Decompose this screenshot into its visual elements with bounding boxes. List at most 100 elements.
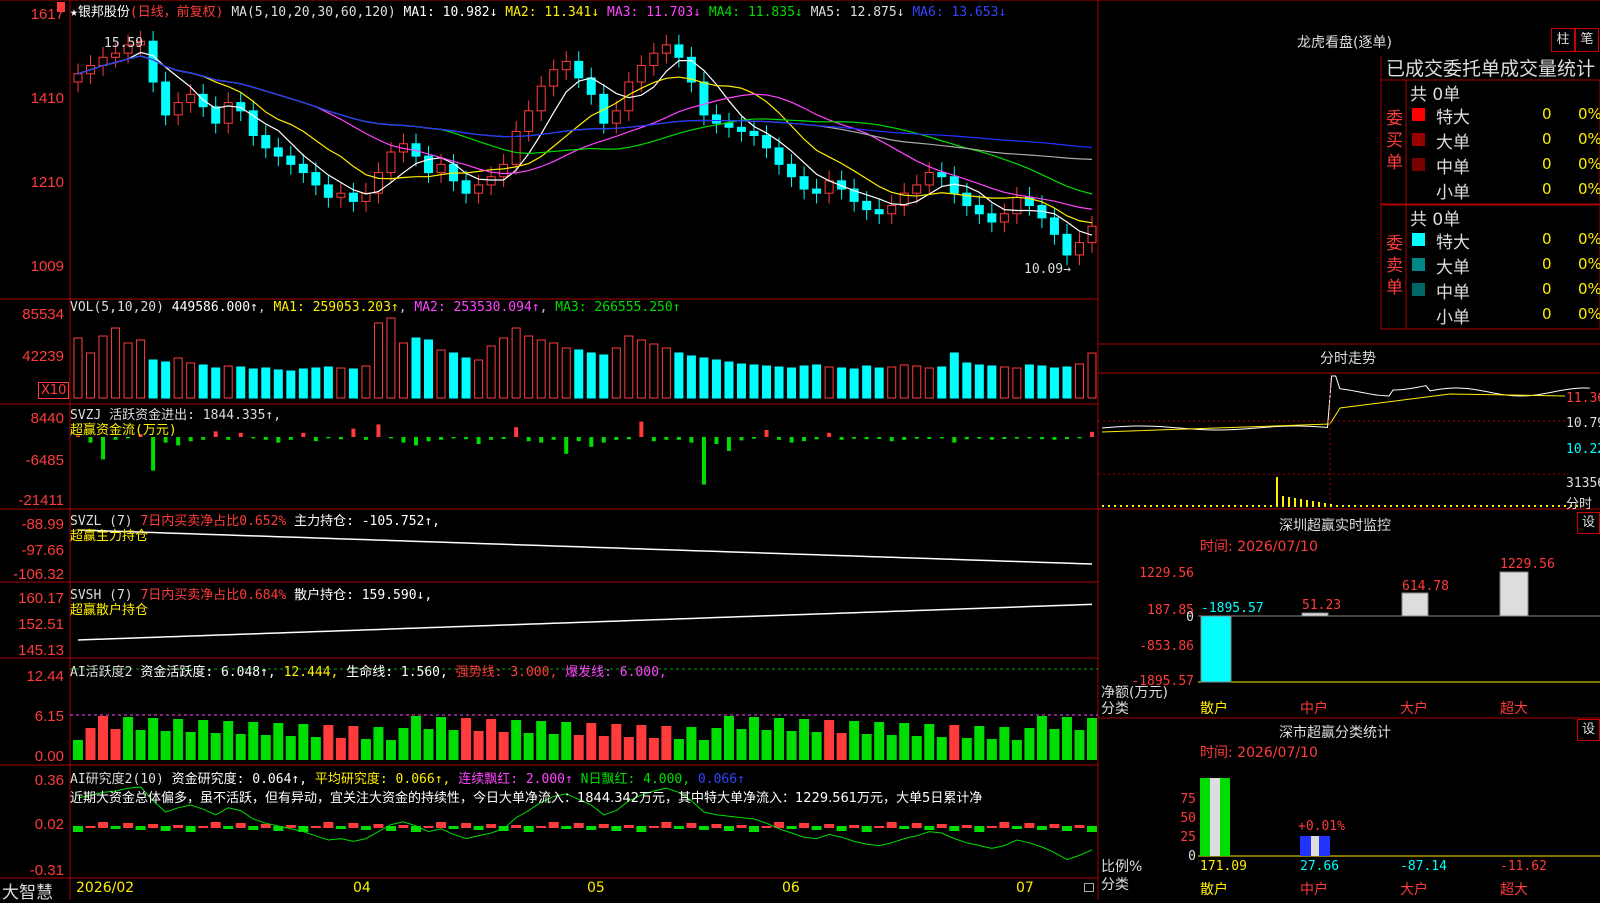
volume-bar [111, 327, 121, 399]
app-logo[interactable]: 大智慧 [2, 878, 53, 903]
flow-bar [952, 437, 957, 443]
volume-bar [899, 364, 909, 399]
legend-swatch [1412, 108, 1425, 121]
intraday-volume [1108, 505, 1110, 507]
sz-value: 51.23 [1302, 598, 1342, 613]
research-bar [886, 822, 897, 828]
flow-bar [852, 437, 857, 439]
flow-bar [864, 437, 869, 440]
candle [536, 85, 546, 112]
volume-bar [1062, 366, 1072, 399]
volume-bar [173, 357, 183, 399]
order-pct: 0% [1578, 105, 1600, 123]
intraday-volume [1450, 505, 1452, 507]
volume-bar [874, 367, 884, 399]
activity-bar [849, 721, 860, 760]
class-bar [1210, 778, 1220, 856]
tick-mode-button[interactable]: 笔 [1575, 28, 1599, 52]
flow-bar [889, 437, 894, 442]
flow-bar [714, 437, 719, 445]
volume-bar [937, 366, 947, 399]
intraday-volume [1114, 505, 1116, 507]
activity-bar [799, 719, 810, 760]
research-bar [223, 826, 234, 829]
candle [824, 180, 834, 194]
candle [937, 172, 947, 178]
sz-settings-button[interactable]: 设 [1577, 512, 1600, 534]
intraday-volume [1396, 505, 1398, 507]
order-row-label: 特大 [1436, 233, 1470, 253]
intraday-volume [1360, 505, 1362, 507]
ma3-val: 11.703↓ [646, 5, 701, 20]
chart-grid [0, 0, 1600, 900]
stock-name[interactable]: ★银邦股份 [70, 5, 130, 20]
cat-medium-2: 中户 [1300, 882, 1328, 898]
research-bar [436, 822, 447, 828]
candle [749, 130, 759, 137]
volume-bar [699, 357, 709, 399]
activity-bar [611, 724, 622, 760]
lock-icon[interactable] [1084, 883, 1094, 892]
svzl-y-label: -106.32 [13, 566, 64, 583]
activity-bar [210, 733, 221, 760]
volume-bar [774, 366, 784, 399]
bar-mode-button[interactable]: 柱 [1551, 28, 1575, 52]
intraday-volume [1228, 505, 1230, 507]
research-bar [749, 826, 759, 832]
class-bar [1311, 836, 1319, 856]
class-time: 时间: 2026/07/10 [1200, 745, 1318, 761]
flow-bar [576, 437, 581, 442]
category-label: 分类 [1101, 701, 1129, 717]
candle [386, 151, 396, 174]
flow-bar [1064, 437, 1069, 439]
ai1-y-label: 12.44 [26, 668, 64, 685]
candle [887, 205, 897, 215]
order-pct: 0% [1578, 255, 1600, 273]
volume-bar [912, 365, 922, 399]
activity-bar [110, 729, 121, 760]
candle [574, 60, 584, 79]
class-value: -87.14 [1400, 859, 1447, 874]
volume-bar [649, 343, 659, 399]
ma-header: ★银邦股份(日线，前复权) MA(5,10,20,30,60,120) MA1:… [70, 1, 1006, 20]
research-bar [761, 826, 772, 828]
ma6-key: MA6: [912, 5, 944, 20]
flow-bar [539, 437, 544, 443]
activity-bar [1049, 729, 1060, 760]
volume-bar [298, 368, 308, 399]
class-value: -11.62 [1500, 859, 1547, 874]
flow-bar [639, 421, 644, 437]
volume-bar [736, 363, 746, 399]
candle [161, 81, 171, 116]
activity-bar [398, 728, 409, 760]
research-bar [360, 826, 371, 830]
candle [1062, 233, 1072, 256]
research-bar [673, 826, 684, 829]
intraday-volume [1348, 505, 1350, 507]
research-bar [185, 826, 196, 832]
research-bar [85, 826, 96, 828]
activity-bar [486, 719, 497, 760]
intraday-volume [1240, 505, 1242, 507]
flow-bar [1027, 437, 1032, 439]
research-bar [486, 824, 497, 828]
ai1-y-label: 6.15 [34, 708, 64, 725]
volume-bar [486, 345, 496, 399]
flow-bar [802, 437, 807, 442]
main-y-label: 1617 [30, 6, 64, 23]
vol-unit-badge[interactable]: X10 [38, 382, 70, 399]
order-row-label: 中单 [1436, 158, 1470, 178]
volume-bar [787, 367, 797, 399]
volume-bar [73, 337, 83, 399]
buy-order-label: 委买单 [1386, 109, 1403, 173]
candle [586, 77, 596, 95]
class-settings-button[interactable]: 设 [1577, 719, 1600, 741]
period-label[interactable]: (日线，前复权) [130, 5, 224, 20]
flow-bar [689, 437, 694, 443]
flow-bar [338, 437, 343, 440]
flow-bar [902, 437, 907, 440]
intraday-volume [1318, 502, 1320, 507]
intraday-volume [1210, 505, 1212, 507]
research-bar [1024, 823, 1035, 828]
date-label: 2026/02 [76, 880, 135, 896]
